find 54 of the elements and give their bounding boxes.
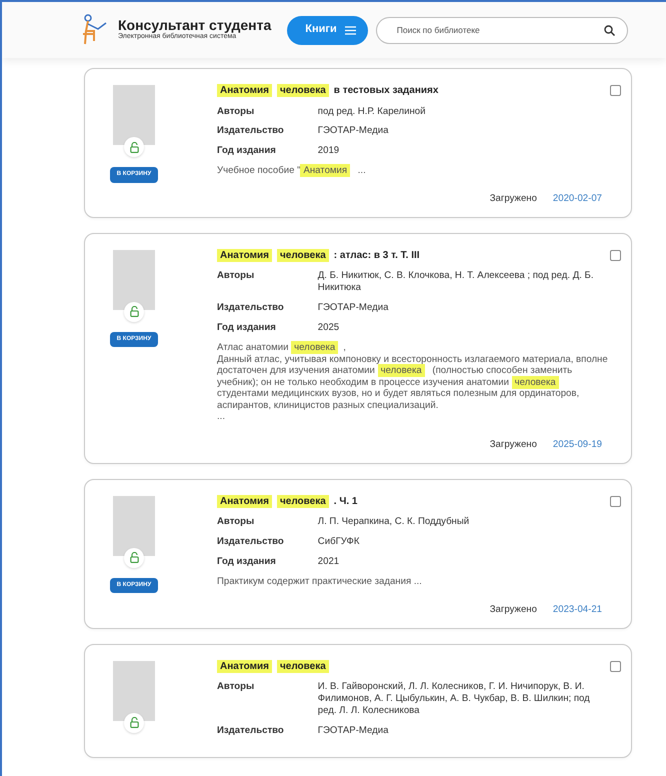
field-label: Авторы	[217, 516, 256, 528]
uploaded-label: Загружено	[490, 604, 537, 616]
book-cover	[113, 660, 155, 721]
field-label: Год издания	[217, 322, 277, 334]
field-value: под ред. Н.Р. Карелиной	[318, 106, 427, 118]
open-padlock-icon	[130, 552, 138, 564]
book-cover	[113, 250, 155, 310]
field-value: ГЭОТАР-Медиа	[318, 725, 390, 738]
field-label: Издательство	[217, 725, 284, 738]
field-label: Издательство	[217, 125, 284, 138]
field-label: Авторы	[217, 681, 256, 694]
search-field[interactable]: Поиск по библиотеке	[376, 16, 628, 44]
select-checkbox[interactable]	[610, 250, 621, 261]
uploaded-date: 2023-04-21	[552, 604, 602, 616]
field-label: Авторы	[217, 106, 256, 118]
field-value: ГЭОТАР-Медиа	[318, 125, 390, 138]
field-label: Год издания	[217, 556, 277, 568]
open-padlock-icon	[130, 717, 138, 728]
open-padlock-icon	[130, 306, 138, 318]
logo-title: Консультант студента	[118, 18, 272, 33]
field-value: И. В. Гайворонский, Л. Л. Колесников, Г. И. Ничипорук, В. И. Филимонов, А. Г. Цыбулькин, А. В. Чукбар, В. В. Шилкин; под ред. Л. Л. Колесникова	[318, 681, 591, 718]
field-value: 2021	[318, 556, 340, 568]
field-value: 2019	[318, 145, 340, 158]
field-label: Год издания	[217, 145, 277, 158]
book-title[interactable]: Анатомия человека	[217, 660, 610, 674]
search-icon	[604, 24, 615, 36]
open-padlock-icon	[130, 142, 138, 152]
uploaded-label: Загружено	[490, 192, 537, 205]
description-text: Практикум содержит практические задания ...	[217, 576, 423, 588]
select-checkbox[interactable]	[610, 496, 621, 507]
field-value: 2025	[318, 322, 340, 334]
field-value: Д. Б. Никитюк, С. В. Клочкова, Н. Т. Алексеева ; под ред. Д. Б. Никитюка	[318, 270, 594, 294]
field-value: ГЭОТАР-Медиа	[318, 302, 390, 314]
field-label: Авторы	[217, 270, 256, 284]
field-value: СибГУФК	[318, 536, 360, 548]
description-text: Учебное пособие " Анатомия ...	[217, 165, 367, 177]
field-value: Л. П. Черапкина, С. К. Поддубный	[318, 516, 470, 528]
uploaded-date: 2025-09-19	[552, 438, 602, 451]
uploaded-label: Загружено	[490, 438, 537, 451]
field-label: Издательство	[217, 302, 284, 314]
book-title[interactable]: Анатомия человека в тестовых заданиях	[217, 85, 610, 98]
description-text: Данный атлас, учитывая компоновку и всесторонность излагаемого материала, вполне достаточен для изучения анатомии человека (полностью способен заменить учебник); он не только необходим в процессе изучения анатомии человека студентами медицинских вузов, но и будет являться полезным для ординаторов, аспирантов, клиницистов разных специализаций.	[217, 354, 609, 412]
book-title[interactable]: Анатомия человека : атлас: в 3 т. Т. III	[217, 250, 610, 262]
books-menu-button[interactable]: Книги	[287, 16, 368, 44]
menu-icon	[344, 26, 356, 34]
field-label: Издательство	[217, 536, 284, 548]
description-text: Атлас анатомии человека ,	[217, 342, 347, 354]
book-cover	[113, 85, 155, 145]
description-text: ...	[217, 411, 226, 423]
book-cover	[113, 496, 155, 556]
uploaded-date: 2020-02-07	[552, 192, 602, 205]
book-title[interactable]: Анатомия человека . Ч. 1	[217, 496, 610, 508]
select-checkbox[interactable]	[610, 85, 621, 96]
select-checkbox[interactable]	[610, 660, 621, 672]
